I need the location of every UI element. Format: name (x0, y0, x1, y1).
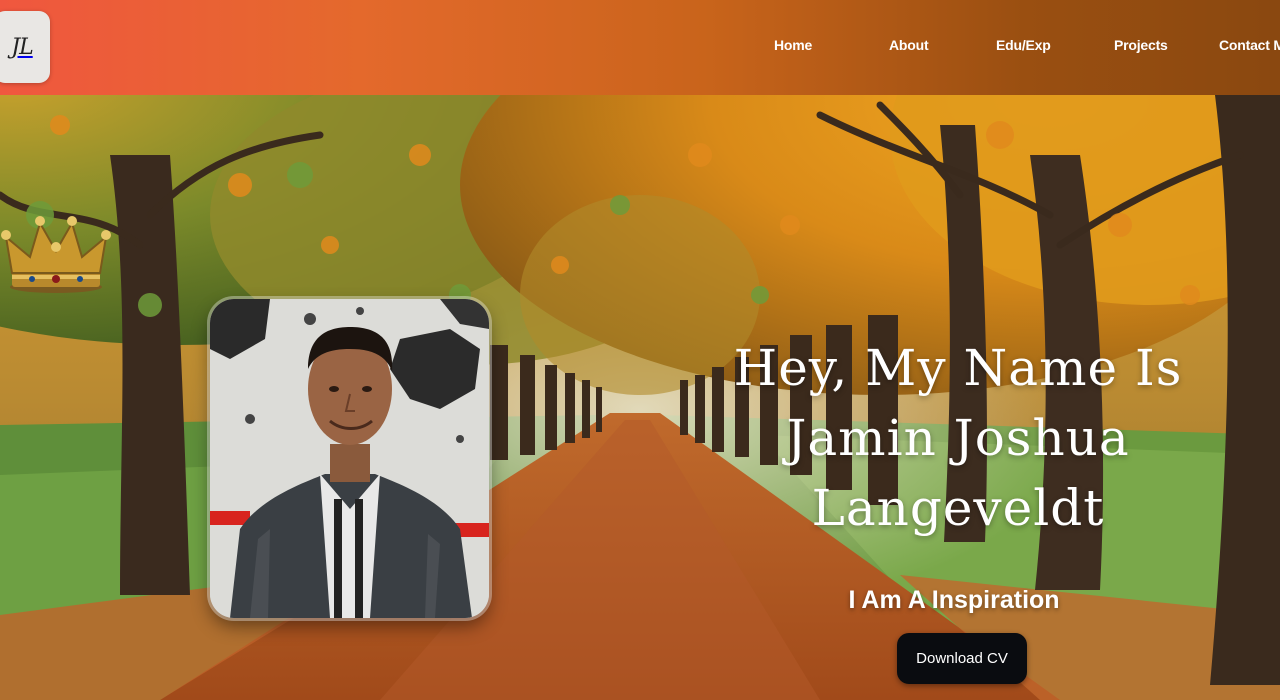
main-nav: Home About Edu/Exp Projects Contact Me (0, 0, 1280, 95)
download-cv-button[interactable]: Download CV (897, 633, 1027, 684)
hero-headline: Hey, My Name Is Jamin Joshua Langeveldt (700, 333, 1216, 543)
nav-link-contact[interactable]: Contact Me (1219, 37, 1280, 53)
headline-line-3: Langeveldt (811, 479, 1105, 537)
site-header: JL Home About Edu/Exp Projects Contact M… (0, 0, 1280, 95)
nav-link-about[interactable]: About (889, 37, 929, 53)
headline-line-2: Jamin Joshua (786, 409, 1130, 467)
nav-link-projects[interactable]: Projects (1114, 37, 1168, 53)
nav-link-edu-exp[interactable]: Edu/Exp (996, 37, 1051, 53)
profile-photo (210, 299, 489, 618)
headline-line-1: Hey, My Name Is (733, 339, 1183, 397)
hero-tagline: I Am A Inspiration (848, 586, 1060, 614)
profile-photo-image (210, 299, 489, 618)
crown-icon (1, 216, 111, 293)
nav-link-home[interactable]: Home (774, 37, 812, 53)
